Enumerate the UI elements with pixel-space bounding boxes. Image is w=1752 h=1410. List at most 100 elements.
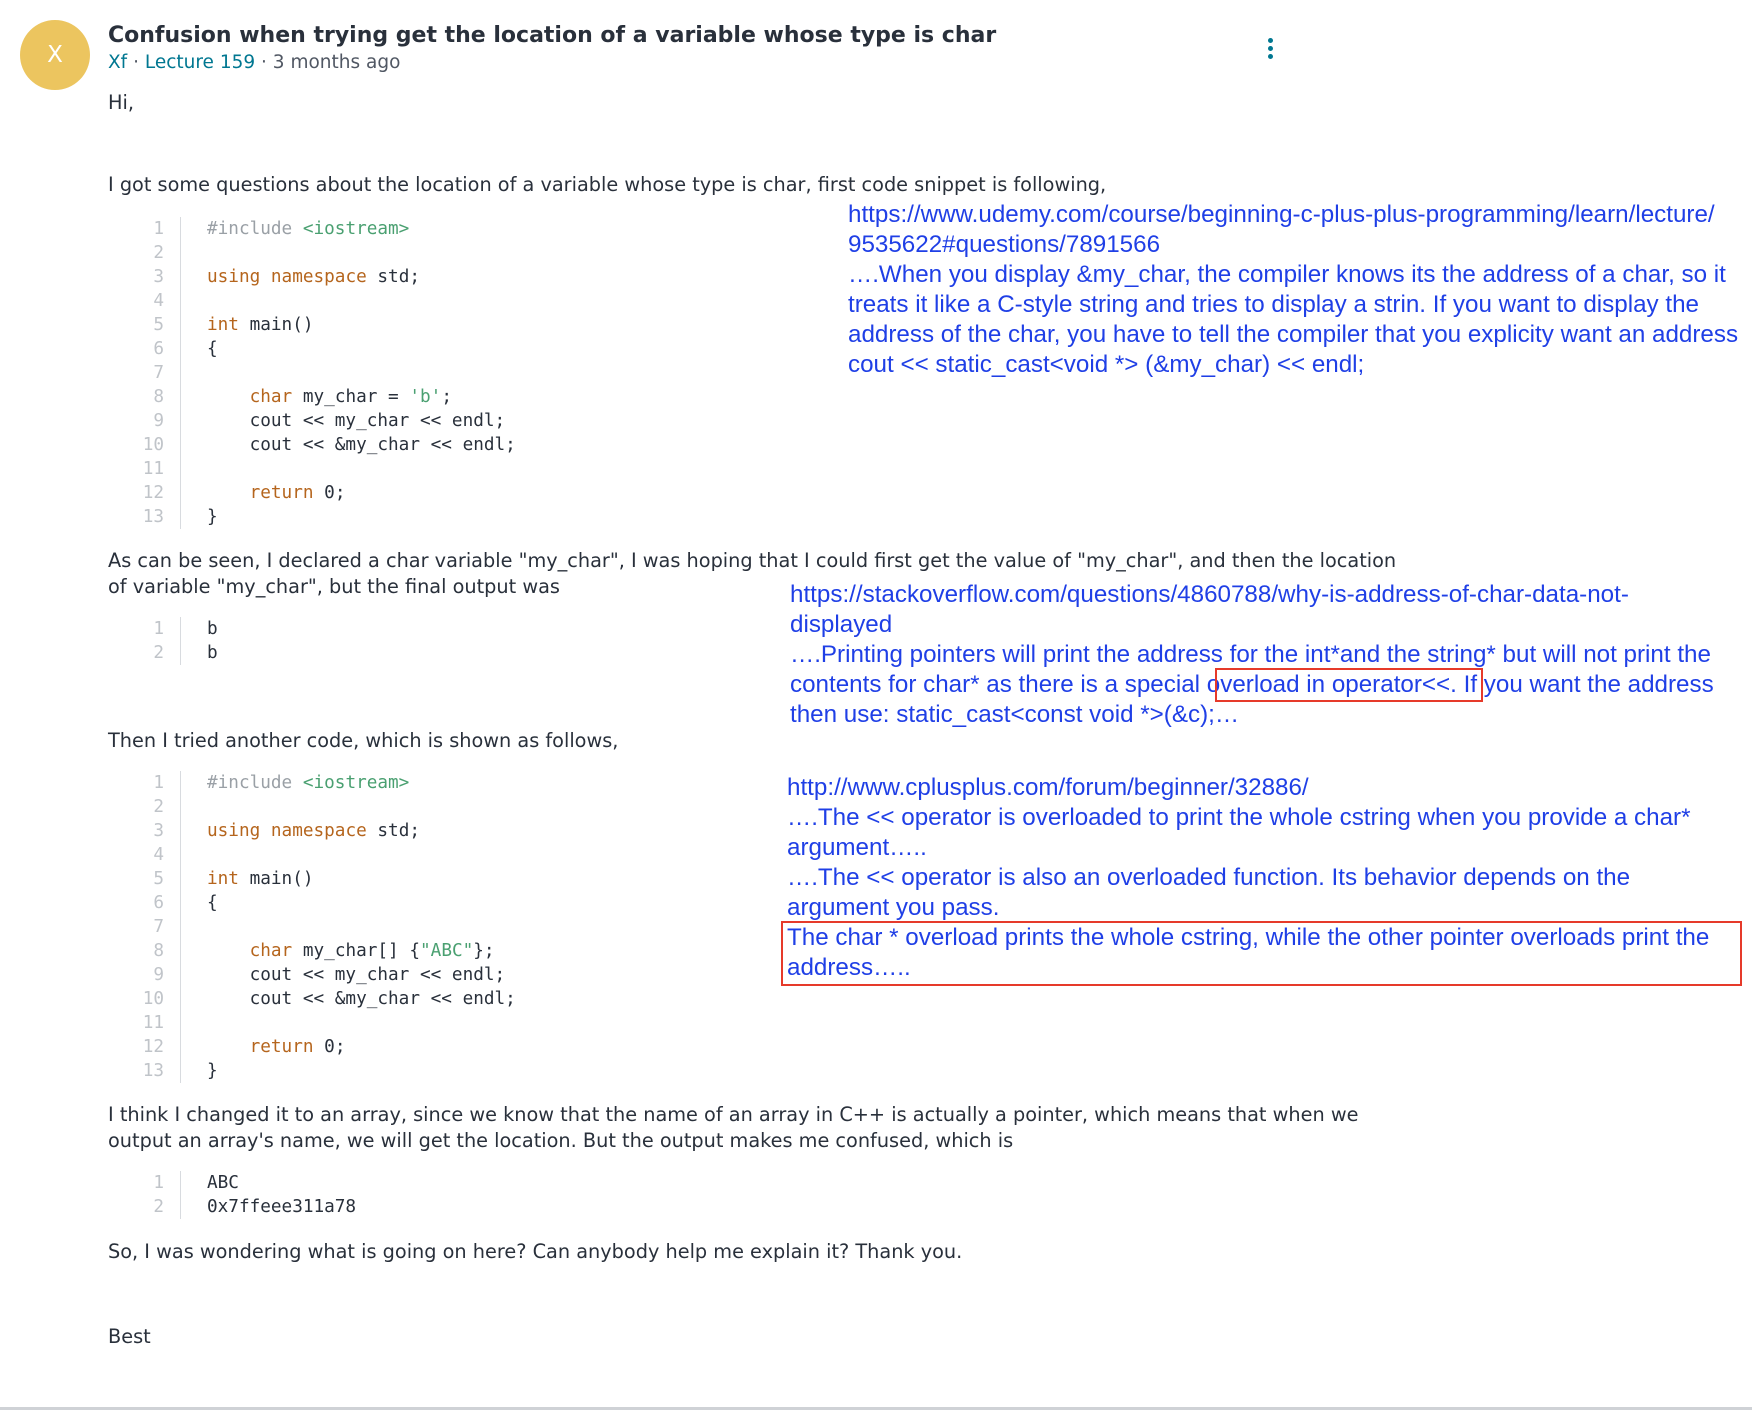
line-number: 8 (130, 939, 181, 963)
code-line: 3 using namespace std; (130, 265, 516, 289)
annotation-udemy-line: address of the char, you have to tell th… (848, 321, 1739, 348)
annotation-udemy-line: cout << static_cast<void *> (&my_char) <… (848, 351, 1365, 378)
code-text: cout << &my_char << endl; (207, 435, 516, 455)
line-number: 9 (130, 963, 181, 987)
line-number: 2 (130, 241, 181, 265)
line-number: 6 (130, 891, 181, 915)
code-text: #include <iostream> (207, 773, 410, 793)
code-line: 5 int main() (130, 313, 516, 337)
annotation-text: If you want the address (1456, 671, 1714, 698)
annotation-udemy-link-cont[interactable]: 9535622#questions/7891566 (848, 230, 1160, 260)
code-line: 1 ABC (130, 1171, 356, 1195)
code-line: 3 using namespace std; (130, 819, 516, 843)
code-line: 12 return 0; (130, 481, 516, 505)
more-options-icon[interactable] (1258, 36, 1282, 60)
greeting-text: Hi, (108, 91, 134, 114)
annotation-udemy-line: ….When you display &my_char, the compile… (848, 261, 1726, 288)
code-text: char my_char[] {"ABC"}; (249, 941, 495, 961)
code-text: cout << &my_char << endl; (207, 989, 516, 1009)
code-line: 5 int main() (130, 867, 516, 891)
code-line: 1 #include <iostream> (130, 217, 516, 241)
annotation-udemy-line: treats it like a C-style string and trie… (848, 291, 1699, 318)
array-text-1: I think I changed it to an array, since … (108, 1103, 1359, 1126)
code-line: 4 (130, 289, 516, 313)
code-text: return 0; (249, 483, 346, 503)
annotation-stackoverflow-line: ….Printing pointers will print the addre… (790, 641, 1711, 668)
line-number: 7 (130, 361, 181, 385)
code-text: cout << my_char << endl; (207, 411, 506, 431)
line-number: 8 (130, 385, 181, 409)
line-number: 1 (130, 1171, 181, 1195)
line-number: 4 (130, 843, 181, 867)
code-line: 2b (130, 641, 218, 665)
annotation-stackoverflow-link-cont[interactable]: displayed (790, 610, 892, 640)
explanation-text-2: of variable "my_char", but the final out… (108, 575, 560, 598)
avatar[interactable]: X (20, 20, 90, 90)
line-number: 11 (130, 1011, 181, 1035)
line-number: 3 (130, 819, 181, 843)
code-text: cout << my_char << endl; (207, 965, 506, 985)
meta-separator: · (127, 52, 145, 73)
question-title[interactable]: Confusion when trying get the location o… (108, 20, 996, 52)
line-number: 4 (130, 289, 181, 313)
question-meta: Xf · Lecture 159 · 3 months ago (108, 50, 400, 76)
code-text: ABC (207, 1173, 239, 1193)
code-line: 4 (130, 843, 516, 867)
annotation-stackoverflow-line: then use: static_cast<const void *>(&c);… (790, 701, 1240, 728)
code-line: 6{ (130, 337, 516, 361)
output-block-2: 1 ABC 2 0x7ffeee311a78 (130, 1171, 356, 1219)
code-text: 0x7ffeee311a78 (207, 1197, 357, 1217)
annotation-text: contents for char* as there is a special (790, 671, 1207, 698)
highlight-box-char-overload (781, 921, 1742, 986)
line-number: 10 (130, 433, 181, 457)
code-text: { (207, 893, 218, 913)
line-number: 2 (130, 1195, 181, 1219)
line-number: 11 (130, 457, 181, 481)
meta-separator: · (255, 52, 273, 73)
annotation-cplusplus-line: ….The << operator is also an overloaded … (787, 864, 1631, 891)
line-number: 7 (130, 915, 181, 939)
code-line: 13} (130, 1059, 516, 1083)
line-number: 12 (130, 1035, 181, 1059)
highlight-box-overload (1215, 668, 1483, 702)
annotation-cplusplus-line: argument….. (787, 834, 927, 861)
code-line: 9 cout << my_char << endl; (130, 963, 516, 987)
post-time: 3 months ago (272, 52, 401, 73)
code-line: 11 (130, 457, 516, 481)
code-text: using namespace std; (207, 821, 420, 841)
line-number: 2 (130, 641, 181, 665)
line-number: 6 (130, 337, 181, 361)
annotation-cplusplus-link[interactable]: http://www.cplusplus.com/forum/beginner/… (787, 773, 1309, 803)
code-text: #include <iostream> (207, 219, 410, 239)
author-link[interactable]: Xf (108, 52, 127, 73)
code-line: 2 (130, 795, 516, 819)
code-text: b (207, 643, 218, 663)
code-line: 2 (130, 241, 516, 265)
explanation-text-1: As can be seen, I declared a char variab… (108, 549, 1397, 572)
code-line: 8 char my_char[] {"ABC"}; (130, 939, 516, 963)
code-line: 9 cout << my_char << endl; (130, 409, 516, 433)
code-text: char my_char = 'b'; (249, 387, 452, 407)
annotation-cplusplus-line: argument you pass. (787, 894, 1000, 921)
line-number: 9 (130, 409, 181, 433)
annotation-stackoverflow-link[interactable]: https://stackoverflow.com/questions/4860… (790, 580, 1629, 610)
lecture-link[interactable]: Lecture 159 (145, 52, 255, 73)
signoff-text: Best (108, 1325, 151, 1348)
code-line: 1b (130, 617, 218, 641)
code-line: 7 (130, 915, 516, 939)
code-line: 10 cout << &my_char << endl; (130, 433, 516, 457)
tried-text: Then I tried another code, which is show… (108, 729, 619, 752)
line-number: 1 (130, 217, 181, 241)
annotation-udemy-link[interactable]: https://www.udemy.com/course/beginning-c… (848, 200, 1715, 230)
line-number: 1 (130, 617, 181, 641)
code-line: 13} (130, 505, 516, 529)
line-number: 5 (130, 867, 181, 891)
line-number: 10 (130, 987, 181, 1011)
code-line: 6{ (130, 891, 516, 915)
